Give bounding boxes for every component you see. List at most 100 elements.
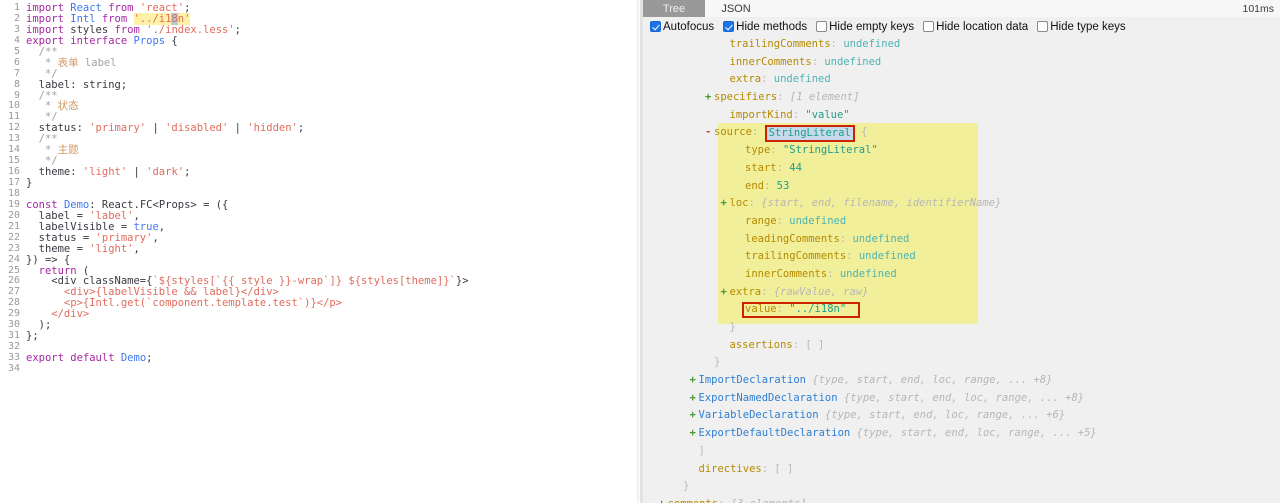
ast-tree-row[interactable]: + ImportDeclaration {type, start, end, lo… (643, 372, 1280, 390)
ast-token: importKind (729, 108, 793, 121)
option-hide-type-keys[interactable]: Hide type keys (1037, 21, 1126, 33)
code-token: theme (26, 166, 71, 179)
expand-icon[interactable]: + (705, 89, 714, 107)
code-editor-pane[interactable]: 1 import React from 'react'; 2 import Intl … (0, 0, 637, 503)
line-number: 5 (13, 45, 20, 57)
ast-token: specifiers (714, 91, 778, 104)
option-hide-methods[interactable]: Hide methods (723, 21, 807, 33)
tab-json[interactable]: JSON (705, 0, 767, 17)
ast-tree-row[interactable]: + VariableDeclaration {type, start, end, … (643, 407, 1280, 425)
expand-icon[interactable]: + (690, 390, 699, 408)
code-token: string (82, 78, 121, 91)
ast-token: undefined (773, 73, 831, 86)
ast-token: {type, start, end, loc, range, ... +8} (837, 391, 1085, 404)
code-token: 'light' (89, 242, 134, 255)
ast-tree-row[interactable]: start: 44 (643, 160, 1280, 178)
ast-token: [1 element] (789, 91, 860, 104)
code-editor-content[interactable]: 1 import React from 'react'; 2 import Intl … (0, 0, 637, 375)
collapse-icon[interactable]: - (705, 124, 714, 142)
ast-options-bar: Autofocus Hide methods Hide empty keys Hide… (643, 17, 1280, 36)
code-token: ; (184, 166, 191, 179)
code-line: 17} (0, 177, 637, 189)
ast-token: extra (729, 285, 762, 298)
code-line: 23 theme = 'light', (0, 242, 637, 255)
ast-token: : (748, 197, 762, 210)
code-token: FC (139, 198, 153, 211)
expand-icon[interactable]: + (721, 195, 730, 213)
ast-tree-row[interactable]: trailingComments: undefined (643, 248, 1280, 266)
code-line: 9 /** (0, 90, 637, 102)
ast-tree-row[interactable]: end: 53 (643, 178, 1280, 196)
ast-tab-bar: Tree JSON 101ms (643, 0, 1280, 17)
expand-icon[interactable]: + (721, 284, 730, 302)
ast-tree-row[interactable]: + ExportNamedDeclaration {type, start, en… (643, 390, 1280, 408)
ast-tree-row[interactable]: assertions: [ ] (643, 337, 1280, 355)
code-token: 'primary' (89, 122, 147, 135)
code-line-text: theme: 'light' | 'dark'; (26, 166, 191, 179)
ast-tree-row[interactable]: + loc: {start, end, filename, identifierN… (643, 195, 1280, 213)
ast-tree-row[interactable]: + ExportDefaultDeclaration {type, start, … (643, 425, 1280, 443)
ast-tree-row[interactable]: directives: [ ] (643, 461, 1280, 479)
ast-token: : (761, 462, 775, 475)
code-line: 34 (0, 363, 637, 375)
expand-icon[interactable]: + (690, 407, 699, 425)
ast-viewer-pane: Tree JSON 101ms Autofocus Hide methods Hide … (643, 0, 1280, 503)
ast-tree-row[interactable]: + specifiers: [1 element] (643, 89, 1280, 107)
checkbox-icon[interactable] (923, 21, 935, 32)
ast-tree-row[interactable]: extra: undefined (643, 71, 1280, 89)
checkbox-icon[interactable] (816, 21, 828, 32)
ast-tree-view[interactable]: trailingComments: undefined innerComment… (643, 36, 1280, 503)
ast-tree-row[interactable]: importKind: "value" (643, 107, 1280, 125)
code-token: }; (26, 330, 39, 343)
checkbox-icon[interactable] (1037, 21, 1049, 32)
code-line: 33 export default Demo; (0, 352, 637, 364)
ast-tree-row[interactable]: type: "StringLiteral" (643, 142, 1280, 160)
ast-tree-row[interactable]: + extra: {rawValue, raw} (643, 284, 1280, 302)
ast-tree-row[interactable]: ] (643, 443, 1280, 461)
code-token: }> (455, 275, 469, 288)
ast-tree-row[interactable]: trailingComments: undefined (643, 36, 1280, 54)
ast-tree-row[interactable]: +comments: [3 elements] (643, 496, 1280, 503)
ast-tree-row[interactable]: leadingComments: undefined (643, 231, 1280, 249)
ast-token: : (718, 498, 731, 503)
code-token: 'light' (82, 166, 128, 179)
ast-tree-row[interactable]: } (643, 354, 1280, 372)
line-number: 2 (13, 12, 20, 24)
expand-icon[interactable]: + (690, 425, 699, 443)
ast-tree-row[interactable]: value: "../i18n" (643, 301, 1280, 319)
expand-icon[interactable]: + (690, 372, 699, 390)
ast-token: {type, start, end, loc, range, ... +8} (805, 374, 1053, 387)
ast-tree-row[interactable]: } (643, 319, 1280, 337)
code-line: 24}) => { (0, 254, 637, 266)
tab-tree[interactable]: Tree (643, 0, 705, 17)
selected-node-type-box[interactable]: StringLiteral (764, 125, 855, 143)
option-hide-empty-keys[interactable]: Hide empty keys (816, 21, 914, 33)
checkbox-icon[interactable] (723, 21, 735, 32)
code-line: 29 </div> (0, 308, 637, 320)
option-hide-location-data[interactable]: Hide location data (923, 21, 1028, 33)
code-token: | (228, 122, 248, 135)
ast-tree-row[interactable]: innerComments: undefined (643, 54, 1280, 72)
code-line: 12 status: 'primary' | 'disabled' | 'hid… (0, 122, 637, 135)
ast-tree-row[interactable]: innerComments: undefined (643, 266, 1280, 284)
ast-tree-row[interactable]: range: undefined (643, 213, 1280, 231)
option-autofocus[interactable]: Autofocus (650, 21, 714, 33)
ast-tree-row[interactable]: } (643, 478, 1280, 496)
ast-token: "StringLiteral" (782, 144, 878, 157)
code-line: 31}; (0, 330, 637, 343)
ast-token: : (830, 38, 844, 50)
ast-tree-row[interactable]: - source: StringLiteral { (643, 124, 1280, 143)
checkbox-icon[interactable] (650, 21, 661, 32)
expand-icon[interactable]: + (659, 496, 668, 503)
code-token: = (70, 242, 90, 255)
